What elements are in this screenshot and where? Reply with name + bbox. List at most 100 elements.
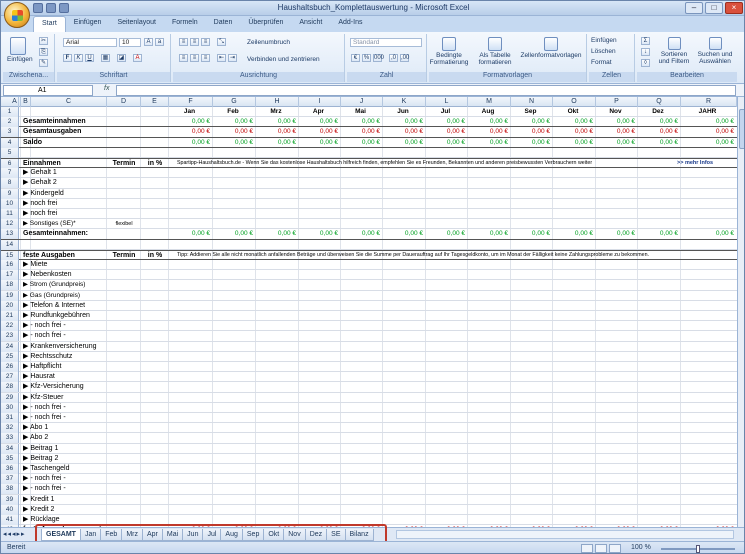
align-left-icon[interactable]: ≡: [179, 54, 188, 62]
align-middle-icon[interactable]: ≡: [190, 38, 199, 46]
tab-einf-gen[interactable]: Einfügen: [66, 16, 110, 32]
amount-cell[interactable]: 0,00 €: [553, 138, 596, 148]
amount-cell[interactable]: 0,00 €: [638, 229, 681, 239]
copy-icon[interactable]: ⎘: [39, 48, 48, 56]
month-header[interactable]: Sep: [511, 107, 553, 117]
scroll-thumb[interactable]: [739, 109, 744, 149]
amount-cell[interactable]: 0,00 €: [341, 117, 383, 127]
sheet-tab-se[interactable]: SE: [326, 529, 346, 541]
insert-function-icon[interactable]: fx: [104, 85, 109, 92]
sheet-tab-sep[interactable]: Sep: [241, 529, 265, 541]
amount-cell[interactable]: 0,00 €: [169, 127, 213, 137]
sheet-tab-bilanz[interactable]: Bilanz: [344, 529, 374, 541]
row-label[interactable]: [23, 107, 103, 117]
format-cells-button[interactable]: Format: [591, 59, 633, 66]
amount-cell[interactable]: 0,00 €: [681, 117, 737, 127]
column-header-q[interactable]: Q: [638, 97, 681, 107]
row-label[interactable]: ▶ Beitrag 1: [23, 444, 103, 454]
sheet-tab-gesamt[interactable]: GESAMT: [41, 529, 81, 541]
row-number[interactable]: 21: [1, 311, 19, 321]
row-number[interactable]: 4: [1, 137, 19, 148]
amount-cell[interactable]: 0,00 €: [426, 138, 468, 148]
amount-cell[interactable]: 0,00 €: [213, 117, 256, 127]
amount-cell[interactable]: 0,00 €: [596, 117, 638, 127]
column-header-b[interactable]: B: [21, 97, 31, 107]
row-label[interactable]: ▶ Krankenversicherung: [23, 342, 103, 352]
align-top-icon[interactable]: ≡: [179, 38, 188, 46]
row-number[interactable]: 38: [1, 484, 19, 495]
row-number[interactable]: 2: [1, 117, 19, 128]
row-number[interactable]: 12: [1, 219, 19, 230]
insert-cells-button[interactable]: Einfügen: [591, 37, 633, 44]
row-number[interactable]: 23: [1, 331, 19, 342]
amount-cell[interactable]: 0,00 €: [681, 229, 737, 239]
column-header-k[interactable]: K: [383, 97, 426, 107]
grow-font-icon[interactable]: A: [144, 38, 153, 46]
amount-cell[interactable]: 0,00 €: [256, 138, 299, 148]
amount-cell[interactable]: 0,00 €: [511, 229, 553, 239]
sheet-tab-aug[interactable]: Aug: [220, 529, 243, 541]
row-label[interactable]: ▶ - noch frei -: [23, 403, 103, 413]
column-header-l[interactable]: L: [426, 97, 468, 107]
zoom-slider[interactable]: [661, 545, 735, 553]
row-label[interactable]: ▶ Gehalt 1: [23, 168, 103, 178]
autosum-icon[interactable]: Σ: [641, 37, 650, 45]
row-label[interactable]: ▶ Nebenkosten: [23, 270, 103, 280]
column-header-n[interactable]: N: [511, 97, 553, 107]
sheet-tab-jan[interactable]: Jan: [79, 529, 102, 541]
column-header-d[interactable]: D: [107, 97, 141, 107]
amount-cell[interactable]: 0,00 €: [511, 138, 553, 148]
row-number[interactable]: 39: [1, 494, 19, 505]
row-number[interactable]: 32: [1, 423, 19, 434]
maximize-button[interactable]: □: [705, 2, 723, 14]
row-number[interactable]: 34: [1, 443, 19, 454]
row-label[interactable]: ▶ Gehalt 2: [23, 178, 103, 188]
align-center-icon[interactable]: ≡: [190, 54, 199, 62]
sheet-tab-dez[interactable]: Dez: [304, 529, 328, 541]
amount-cell[interactable]: 0,00 €: [213, 138, 256, 148]
row-number[interactable]: 22: [1, 321, 19, 332]
row-number[interactable]: 1: [1, 107, 19, 117]
row-label[interactable]: ▶ noch frei: [23, 199, 103, 209]
thousands-icon[interactable]: 000: [373, 54, 384, 62]
font-color-icon[interactable]: A: [133, 54, 142, 62]
row-number[interactable]: 19: [1, 290, 19, 301]
row-label[interactable]: ▶ noch frei: [23, 209, 103, 219]
conditional-format-button[interactable]: Bedingte Formatierung: [429, 37, 469, 66]
format-as-table-button[interactable]: Als Tabelle formatieren: [475, 37, 515, 66]
amount-cell[interactable]: 0,00 €: [468, 229, 511, 239]
month-header[interactable]: Mrz: [256, 107, 299, 117]
month-header[interactable]: JAHR: [681, 107, 737, 117]
decrease-decimal-icon[interactable]: ,00: [400, 54, 409, 62]
percent-icon[interactable]: %: [362, 54, 371, 62]
column-header-h[interactable]: H: [256, 97, 299, 107]
fill-icon[interactable]: ↓: [641, 48, 650, 56]
row-label[interactable]: ▶ - noch frei -: [23, 484, 103, 494]
column-header-m[interactable]: M: [468, 97, 511, 107]
minimize-button[interactable]: –: [685, 2, 703, 14]
wrap-text-button[interactable]: Zeilenumbruch: [247, 39, 337, 46]
month-header[interactable]: Jul: [426, 107, 468, 117]
row-number[interactable]: 41: [1, 515, 19, 525]
row-number[interactable]: 3: [1, 127, 19, 138]
row-number[interactable]: 8: [1, 178, 19, 189]
formula-input[interactable]: [116, 85, 736, 96]
tab-start[interactable]: Start: [33, 16, 66, 32]
row-label[interactable]: [23, 148, 103, 158]
amount-cell[interactable]: 0,00 €: [638, 127, 681, 137]
tab-formeln[interactable]: Formeln: [164, 16, 206, 32]
termin-cell[interactable]: flexibel: [107, 219, 141, 229]
align-bottom-icon[interactable]: ≡: [201, 38, 210, 46]
amount-cell[interactable]: 0,00 €: [553, 229, 596, 239]
row-number[interactable]: 35: [1, 453, 19, 464]
row-number[interactable]: 28: [1, 382, 19, 393]
underline-icon[interactable]: U: [85, 54, 94, 62]
bold-icon[interactable]: F: [63, 54, 72, 62]
vertical-scrollbar[interactable]: [737, 97, 744, 527]
amount-cell[interactable]: 0,00 €: [299, 229, 341, 239]
row-number[interactable]: 26: [1, 362, 19, 372]
row-label[interactable]: ▶ - noch frei -: [23, 321, 103, 331]
border-icon[interactable]: ▦: [101, 54, 110, 62]
amount-cell[interactable]: 0,00 €: [383, 138, 426, 148]
amount-cell[interactable]: 0,00 €: [213, 229, 256, 239]
